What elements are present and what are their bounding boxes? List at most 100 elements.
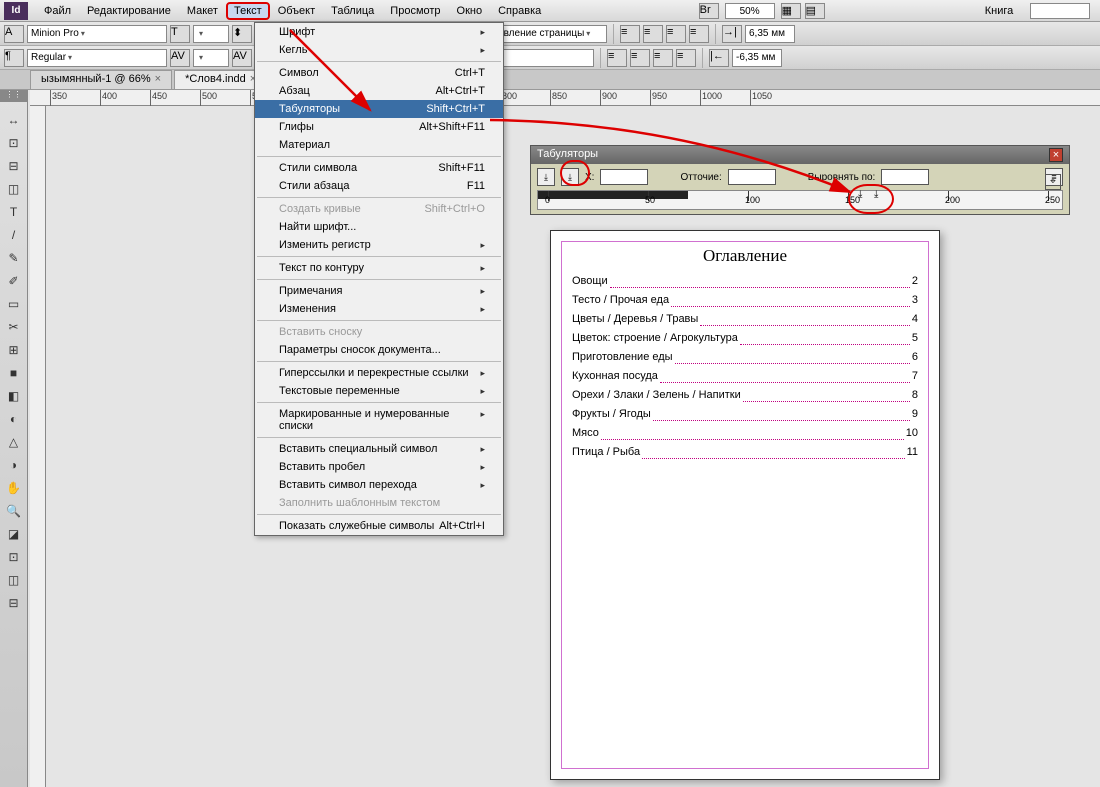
menu-item[interactable]: Маркированные и нумерованные списки: [255, 405, 503, 435]
search-input[interactable]: [1030, 3, 1090, 19]
tracking-icon[interactable]: AV: [232, 49, 252, 67]
tool-button-19[interactable]: ⊡: [3, 546, 25, 568]
tool-button-9[interactable]: ✂: [3, 316, 25, 338]
menu-item[interactable]: Вставить пробел: [255, 458, 503, 476]
indent-right-icon[interactable]: |←: [709, 49, 729, 67]
tool-button-4[interactable]: T: [3, 201, 25, 223]
menu-item[interactable]: Вставить символ перехода: [255, 476, 503, 494]
tool-button-12[interactable]: ◧: [3, 385, 25, 407]
bridge-icon[interactable]: Br: [699, 3, 719, 19]
align-bot-icon[interactable]: ≡: [653, 49, 673, 67]
close-icon[interactable]: ×: [155, 73, 161, 85]
text-frame[interactable]: Оглавление Овощи2Тесто / Прочая еда3Цвет…: [561, 241, 929, 769]
tool-button-17[interactable]: 🔍: [3, 500, 25, 522]
align-on-field[interactable]: [881, 169, 929, 185]
menu-item: Вставить сноску: [255, 323, 503, 341]
menu-item[interactable]: ТабуляторыShift+Ctrl+T: [255, 100, 503, 118]
leader-field[interactable]: [728, 169, 776, 185]
tabulators-titlebar[interactable]: Табуляторы ×: [531, 146, 1069, 164]
menu-table[interactable]: Таблица: [323, 2, 382, 20]
menu-object[interactable]: Объект: [270, 2, 323, 20]
menu-item[interactable]: Стили абзацаF11: [255, 177, 503, 195]
fontsize-input[interactable]: [193, 25, 229, 43]
arrange-icon[interactable]: ▤: [805, 3, 825, 19]
font-style-input[interactable]: Regular: [27, 49, 167, 67]
char-format-icon[interactable]: A: [4, 25, 24, 43]
tt-icon[interactable]: T: [170, 25, 190, 43]
menu-file[interactable]: Файл: [36, 2, 79, 20]
tool-button-16[interactable]: ✋: [3, 477, 25, 499]
tool-button-20[interactable]: ◫: [3, 569, 25, 591]
kerning-input[interactable]: [193, 49, 229, 67]
x-field[interactable]: [600, 169, 648, 185]
menu-item[interactable]: Гиперссылки и перекрестные ссылки: [255, 364, 503, 382]
menu-item[interactable]: Текст по контуру: [255, 259, 503, 277]
tool-button-11[interactable]: ■: [3, 362, 25, 384]
toc-row: Цветы / Деревья / Травы4: [562, 310, 928, 329]
tab-align-center-button[interactable]: ⤓: [561, 168, 579, 186]
tool-button-8[interactable]: ▭: [3, 293, 25, 315]
tabulators-panel[interactable]: Табуляторы × ⤓ ⤓ X: Отточие: Выровнять п…: [530, 145, 1070, 215]
tool-button-10[interactable]: ⊞: [3, 339, 25, 361]
menu-item[interactable]: СимволCtrl+T: [255, 64, 503, 82]
menu-view[interactable]: Просмотр: [382, 2, 448, 20]
workspace-switcher[interactable]: Книга: [974, 5, 1024, 17]
align-right-icon[interactable]: ≡: [666, 25, 686, 43]
tool-button-13[interactable]: ◐: [3, 408, 25, 430]
menu-item[interactable]: Текстовые переменные: [255, 382, 503, 400]
tab-stop-marker[interactable]: ⤓: [874, 189, 878, 200]
tool-button-15[interactable]: ◑: [3, 454, 25, 476]
menu-type[interactable]: Текст: [226, 2, 270, 20]
para-format-icon[interactable]: ¶: [4, 49, 24, 67]
tab-stop-marker[interactable]: ⤓: [858, 189, 862, 200]
kerning-icon[interactable]: AV: [170, 49, 190, 67]
menu-window[interactable]: Окно: [449, 2, 491, 20]
menu-item[interactable]: АбзацAlt+Ctrl+T: [255, 82, 503, 100]
menu-edit[interactable]: Редактирование: [79, 2, 179, 20]
tool-button-3[interactable]: ◫: [3, 178, 25, 200]
tab-untitled[interactable]: ызымянный-1 @ 66%×: [30, 70, 172, 89]
tool-button-2[interactable]: ⊟: [3, 155, 25, 177]
zoom-field[interactable]: 50%: [725, 3, 775, 19]
font-family-input[interactable]: Minion Pro: [27, 25, 167, 43]
toolbox-grip[interactable]: ⋮⋮: [0, 90, 27, 102]
align-center-icon[interactable]: ≡: [643, 25, 663, 43]
tool-button-14[interactable]: △: [3, 431, 25, 453]
menu-item[interactable]: Показать служебные символыAlt+Ctrl+I: [255, 517, 503, 535]
menu-item[interactable]: Примечания: [255, 282, 503, 300]
tool-button-7[interactable]: ✐: [3, 270, 25, 292]
menu-layout[interactable]: Макет: [179, 2, 226, 20]
align-left-icon[interactable]: ≡: [620, 25, 640, 43]
tab-ruler[interactable]: 050100150200250⤓⤓: [537, 190, 1063, 210]
menu-item[interactable]: Изменения: [255, 300, 503, 318]
screen-mode-icon[interactable]: ▦: [781, 3, 801, 19]
tool-button-1[interactable]: ⊡: [3, 132, 25, 154]
align-just-icon[interactable]: ≡: [676, 49, 696, 67]
menu-item[interactable]: Параметры сносок документа...: [255, 341, 503, 359]
tool-button-0[interactable]: ↔: [3, 109, 25, 131]
menu-item[interactable]: Вставить специальный символ: [255, 440, 503, 458]
indent-right-input[interactable]: -6,35 мм: [732, 49, 782, 67]
tool-button-21[interactable]: ⊟: [3, 592, 25, 614]
tool-button-6[interactable]: ✎: [3, 247, 25, 269]
menu-item[interactable]: Материал: [255, 136, 503, 154]
close-icon[interactable]: ×: [1049, 148, 1063, 162]
menu-help[interactable]: Справка: [490, 2, 549, 20]
app-icon: Id: [4, 2, 28, 20]
leading-icon[interactable]: ⬍: [232, 25, 252, 43]
menu-item[interactable]: Стили символаShift+F11: [255, 159, 503, 177]
indent-left-input[interactable]: 6,35 мм: [745, 25, 795, 43]
align-top-icon[interactable]: ≡: [607, 49, 627, 67]
align-justify-icon[interactable]: ≡: [689, 25, 709, 43]
indent-left-icon[interactable]: →|: [722, 25, 742, 43]
menu-item[interactable]: ГлифыAlt+Shift+F11: [255, 118, 503, 136]
menu-item[interactable]: Изменить регистр: [255, 236, 503, 254]
align-mid-icon[interactable]: ≡: [630, 49, 650, 67]
tab-align-left-button[interactable]: ⤓: [537, 168, 555, 186]
menu-item[interactable]: Кегль: [255, 41, 503, 59]
menu-item[interactable]: Найти шрифт...: [255, 218, 503, 236]
tool-button-18[interactable]: ◪: [3, 523, 25, 545]
menu-item[interactable]: Шрифт: [255, 23, 503, 41]
magnet-icon[interactable]: ⌖: [1045, 174, 1061, 190]
tool-button-5[interactable]: /: [3, 224, 25, 246]
